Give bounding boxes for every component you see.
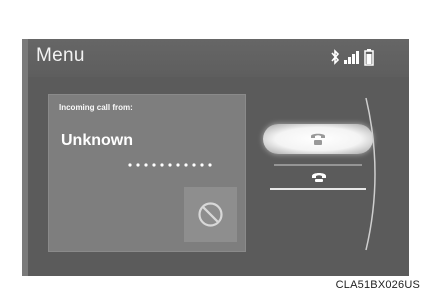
- mute-button[interactable]: [184, 187, 237, 242]
- bluetooth-icon: [331, 49, 339, 65]
- scroll-arc: [365, 97, 376, 251]
- phone-handset-icon: [311, 133, 325, 145]
- incoming-call-label: Incoming call from:: [59, 103, 133, 112]
- display-frame: Menu Incoming call from: Unknown: [22, 39, 409, 276]
- phone-hangup-icon: [312, 173, 326, 182]
- incoming-call-popup: Incoming call from: Unknown: [48, 94, 246, 252]
- head-unit-screen: Menu Incoming call from: Unknown: [28, 39, 409, 276]
- prohibited-icon: [198, 202, 223, 227]
- decline-call-button[interactable]: [266, 163, 370, 191]
- signal-strength-icon: [344, 51, 359, 64]
- battery-icon: [364, 49, 374, 66]
- menu-button[interactable]: Menu: [36, 45, 85, 67]
- caller-name: Unknown: [61, 132, 133, 149]
- status-area: [331, 49, 391, 67]
- figure-caption: CLA51BX026US: [335, 279, 420, 291]
- connecting-dots: [128, 163, 212, 167]
- top-bar: Menu: [28, 39, 409, 77]
- accept-call-button[interactable]: [263, 124, 373, 154]
